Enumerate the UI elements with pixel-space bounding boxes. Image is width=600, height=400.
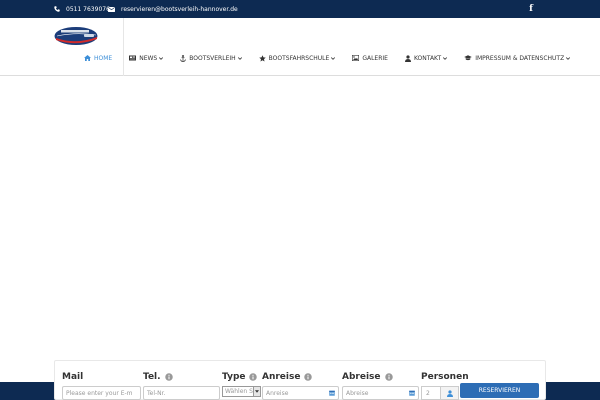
hero-area <box>0 77 600 382</box>
arrival-label: Anreise <box>262 372 301 382</box>
nav-label-news: News <box>139 54 158 62</box>
tel-label-wrap: Tel. <box>143 371 220 383</box>
persons-input[interactable]: 2 <box>421 386 440 400</box>
arrival-input[interactable]: Anreise <box>262 386 339 400</box>
site-logo[interactable] <box>54 26 99 46</box>
mail-label: Mail <box>62 372 84 382</box>
calendar-icon[interactable] <box>409 390 415 396</box>
nav-item-kontakt[interactable]: Kontakt <box>404 54 448 62</box>
image-icon <box>352 55 360 61</box>
nav-label-galerie: Galerie <box>362 54 388 62</box>
tel-input[interactable]: Tel-Nr. <box>143 386 220 400</box>
nav-item-bootsverleih[interactable]: Bootsverleih <box>180 54 242 62</box>
envelope-icon <box>108 6 115 12</box>
chevron-down-icon <box>443 56 448 60</box>
departure-input[interactable]: Abreise <box>342 386 419 400</box>
user-icon <box>440 386 459 400</box>
nav-label-impressum: Impressum & Datenschutz <box>475 54 565 62</box>
phone-icon <box>54 6 60 12</box>
type-label: Type <box>222 372 246 382</box>
nav-item-home[interactable]: Home <box>84 55 112 62</box>
info-icon[interactable] <box>304 373 313 381</box>
nav-item-galerie[interactable]: Galerie <box>352 55 388 62</box>
arrival-field-group: Anreise Anreise <box>262 371 339 400</box>
user-icon <box>404 54 411 62</box>
facebook-icon[interactable]: f <box>528 4 534 14</box>
arrival-label-wrap: Anreise <box>262 371 339 383</box>
email-contact[interactable]: reservieren@bootsverleih-hannover.de <box>108 0 238 18</box>
star-icon <box>258 54 266 62</box>
booking-form: Mail Please enter your E-m Tel. Tel-Nr. … <box>54 360 546 400</box>
departure-field-group: Abreise Abreise <box>342 371 419 400</box>
nav-label-bootsverleih: Bootsverleih <box>189 54 236 62</box>
nav-label-bootsfahrschule: Bootsfahrschule <box>268 54 330 62</box>
info-icon[interactable] <box>164 373 173 381</box>
anchor-icon <box>180 54 187 62</box>
departure-label: Abreise <box>342 372 381 382</box>
persons-stepper: 2 <box>421 386 461 400</box>
mail-input[interactable]: Please enter your E-m <box>62 386 141 400</box>
type-selected-value: Wählen S <box>225 388 253 395</box>
departure-placeholder: Abreise <box>346 389 369 397</box>
nav-item-news[interactable]: News <box>129 54 164 62</box>
email-address: reservieren@bootsverleih-hannover.de <box>121 5 238 13</box>
nav-item-bootsfahrschule[interactable]: Bootsfahrschule <box>258 54 336 62</box>
nav-label-kontakt: Kontakt <box>413 54 442 62</box>
info-icon[interactable] <box>249 373 258 381</box>
nav-item-impressum[interactable]: Impressum & Datenschutz <box>464 54 571 62</box>
graduation-cap-icon <box>464 55 472 61</box>
nav-label-home: Home <box>94 54 113 62</box>
arrival-placeholder: Anreise <box>266 389 289 397</box>
mail-field-group: Mail Please enter your E-m <box>62 371 141 400</box>
tel-field-group: Tel. Tel-Nr. <box>143 371 220 400</box>
persons-field-group: Personen 2 <box>421 371 469 400</box>
main-navigation: Home News Bootsverleih Bootsfahrschule G… <box>84 52 587 64</box>
home-icon <box>84 55 91 61</box>
calendar-icon[interactable] <box>329 390 335 396</box>
chevron-down-icon <box>566 56 571 60</box>
phone-contact[interactable]: 0511 7639076 <box>54 0 110 18</box>
type-field-group: Type Wählen S <box>222 371 261 397</box>
dropdown-arrow-icon <box>253 387 260 396</box>
type-select[interactable]: Wählen S <box>222 386 261 397</box>
reserve-button[interactable]: Reservieren <box>460 383 539 398</box>
chevron-down-icon <box>331 56 336 60</box>
type-label-wrap: Type <box>222 371 261 383</box>
chevron-down-icon <box>237 56 242 60</box>
departure-label-wrap: Abreise <box>342 371 419 383</box>
header: Home News Bootsverleih Bootsfahrschule G… <box>0 18 600 76</box>
info-icon[interactable] <box>384 373 393 381</box>
chevron-down-icon <box>159 56 164 60</box>
tel-label: Tel. <box>143 372 161 382</box>
persons-label: Personen <box>421 372 469 382</box>
top-bar: 0511 7639076 reservieren@bootsverleih-ha… <box>0 0 600 18</box>
phone-number: 0511 7639076 <box>66 5 110 13</box>
newspaper-icon <box>129 55 137 61</box>
header-divider <box>123 18 124 76</box>
